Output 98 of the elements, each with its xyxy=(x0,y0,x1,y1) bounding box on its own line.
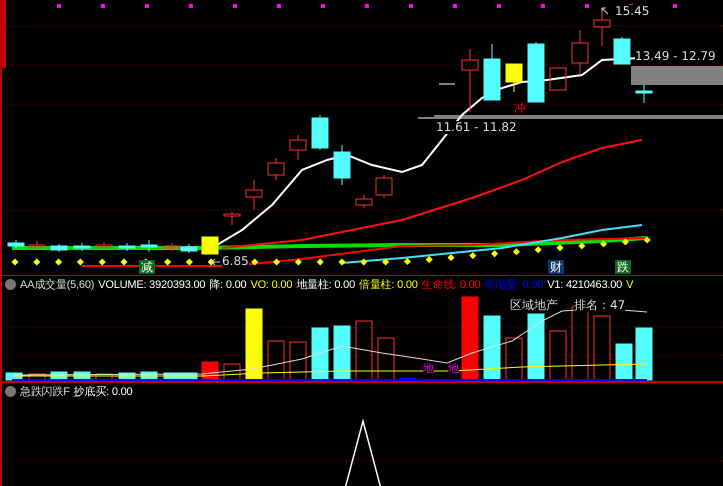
sector-label: 区域地产 xyxy=(510,299,558,312)
volume-bar xyxy=(224,364,240,380)
candlestick xyxy=(224,212,240,226)
volume-bar xyxy=(400,378,416,380)
candlestick xyxy=(312,114,328,150)
diamond-marker xyxy=(316,258,324,266)
diamond-marker xyxy=(120,258,128,266)
diamond-marker xyxy=(338,258,346,266)
price-label: 6.85 xyxy=(222,255,249,268)
candlestick xyxy=(572,30,588,76)
candlestick xyxy=(96,242,112,250)
diamond-marker xyxy=(360,258,368,266)
diamond-marker xyxy=(55,258,62,266)
candlestick xyxy=(484,44,500,100)
indicator-reading: 地量柱: 0.00 xyxy=(296,278,355,292)
candlestick xyxy=(636,84,652,104)
rank-label: 排名：47 xyxy=(574,299,626,312)
volume-bar xyxy=(594,316,610,380)
candlestick xyxy=(376,174,392,198)
volume-bar xyxy=(616,344,632,380)
volume-bar xyxy=(28,374,46,380)
volume-bar xyxy=(484,316,500,380)
candlestick xyxy=(246,180,262,210)
diamond-marker xyxy=(33,258,40,266)
diamond-marker xyxy=(512,248,520,256)
diamond-marker xyxy=(600,240,608,248)
diamond-marker xyxy=(426,256,433,264)
signal-label: 减 xyxy=(139,260,155,274)
volume-bar xyxy=(290,342,306,380)
indicator-reading: VOLUME: 3920393.00 xyxy=(98,278,206,290)
candlestick xyxy=(594,10,610,46)
candlestick xyxy=(268,158,284,180)
candlestick xyxy=(140,240,158,252)
indicator-title: 急跌闪跌F xyxy=(20,385,70,399)
volume-bar xyxy=(268,340,284,380)
volume-bar xyxy=(246,308,262,380)
collapse-icon[interactable] xyxy=(5,386,16,397)
collapse-icon[interactable] xyxy=(5,279,16,290)
diamond-marker xyxy=(644,236,651,244)
diamond-marker xyxy=(622,238,629,246)
diamond-marker xyxy=(447,254,455,262)
volume-bar xyxy=(550,330,566,380)
price-label: 11.61 - 11.82 xyxy=(436,121,517,134)
indicator-reading: V1: 4210463.00 xyxy=(547,278,622,290)
volume-bar xyxy=(528,314,544,380)
volume-bar xyxy=(312,328,328,380)
marker-label: 地 xyxy=(448,363,459,375)
diamond-marker xyxy=(404,258,411,266)
candlestick xyxy=(290,134,306,160)
candlestick xyxy=(28,240,46,250)
diamond-marker xyxy=(11,258,19,266)
diamond-marker xyxy=(76,258,84,266)
volume-bar xyxy=(356,320,372,380)
diamond-marker xyxy=(534,246,542,254)
candlestick xyxy=(202,236,218,254)
indicator-reading: V xyxy=(626,278,634,290)
candlestick xyxy=(164,242,180,252)
signal-label: 冲 xyxy=(513,101,527,115)
volume-bar xyxy=(378,338,394,380)
signal-label: 财 xyxy=(548,260,564,274)
candlestick xyxy=(550,68,566,90)
indicator-reading: 生命线: 0.00 xyxy=(422,278,480,292)
candlestick xyxy=(462,48,478,112)
candlestick xyxy=(614,36,630,64)
diamond-marker xyxy=(186,258,193,266)
price-label: 15.45 xyxy=(615,5,650,18)
diamond-marker xyxy=(273,258,280,266)
arrow-icon xyxy=(212,258,220,266)
volume-bar xyxy=(96,374,112,380)
diamond-marker xyxy=(98,258,106,266)
candlestick xyxy=(334,144,350,186)
candlestick xyxy=(180,244,198,254)
volume-bar xyxy=(506,338,522,380)
signal-label: 跌 xyxy=(615,260,631,274)
diamond-marker xyxy=(469,252,476,260)
candlestick xyxy=(356,194,372,208)
volume-bar xyxy=(636,328,652,380)
diamond-marker xyxy=(251,258,258,266)
indicator-reading: 降: 0.00 xyxy=(209,278,246,292)
indicator-title: AA成交量(5,60) xyxy=(20,278,94,292)
diamond-marker xyxy=(294,258,302,266)
volume-bar xyxy=(334,326,350,380)
marker-label: 地 xyxy=(423,363,434,375)
diamond-marker xyxy=(491,250,498,258)
indicator-reading: VO: 0.00 xyxy=(250,278,292,290)
indicator-reading: 抄底买: 0.00 xyxy=(74,384,132,399)
diamond-marker xyxy=(208,258,215,266)
candlestick xyxy=(528,42,544,102)
diamond-marker xyxy=(556,244,564,252)
diamond-marker xyxy=(382,258,390,266)
indicator-reading: 倍缩量: 0.00 xyxy=(484,278,544,292)
indicator-reading: 倍量柱: 0.00 xyxy=(359,278,418,292)
candlestick xyxy=(50,244,68,252)
diamond-marker xyxy=(164,258,172,266)
price-label: 13.49 - 12.79 xyxy=(635,50,716,63)
diamond-marker xyxy=(578,242,586,250)
arrow-icon xyxy=(602,8,608,14)
candlestick xyxy=(506,64,522,92)
